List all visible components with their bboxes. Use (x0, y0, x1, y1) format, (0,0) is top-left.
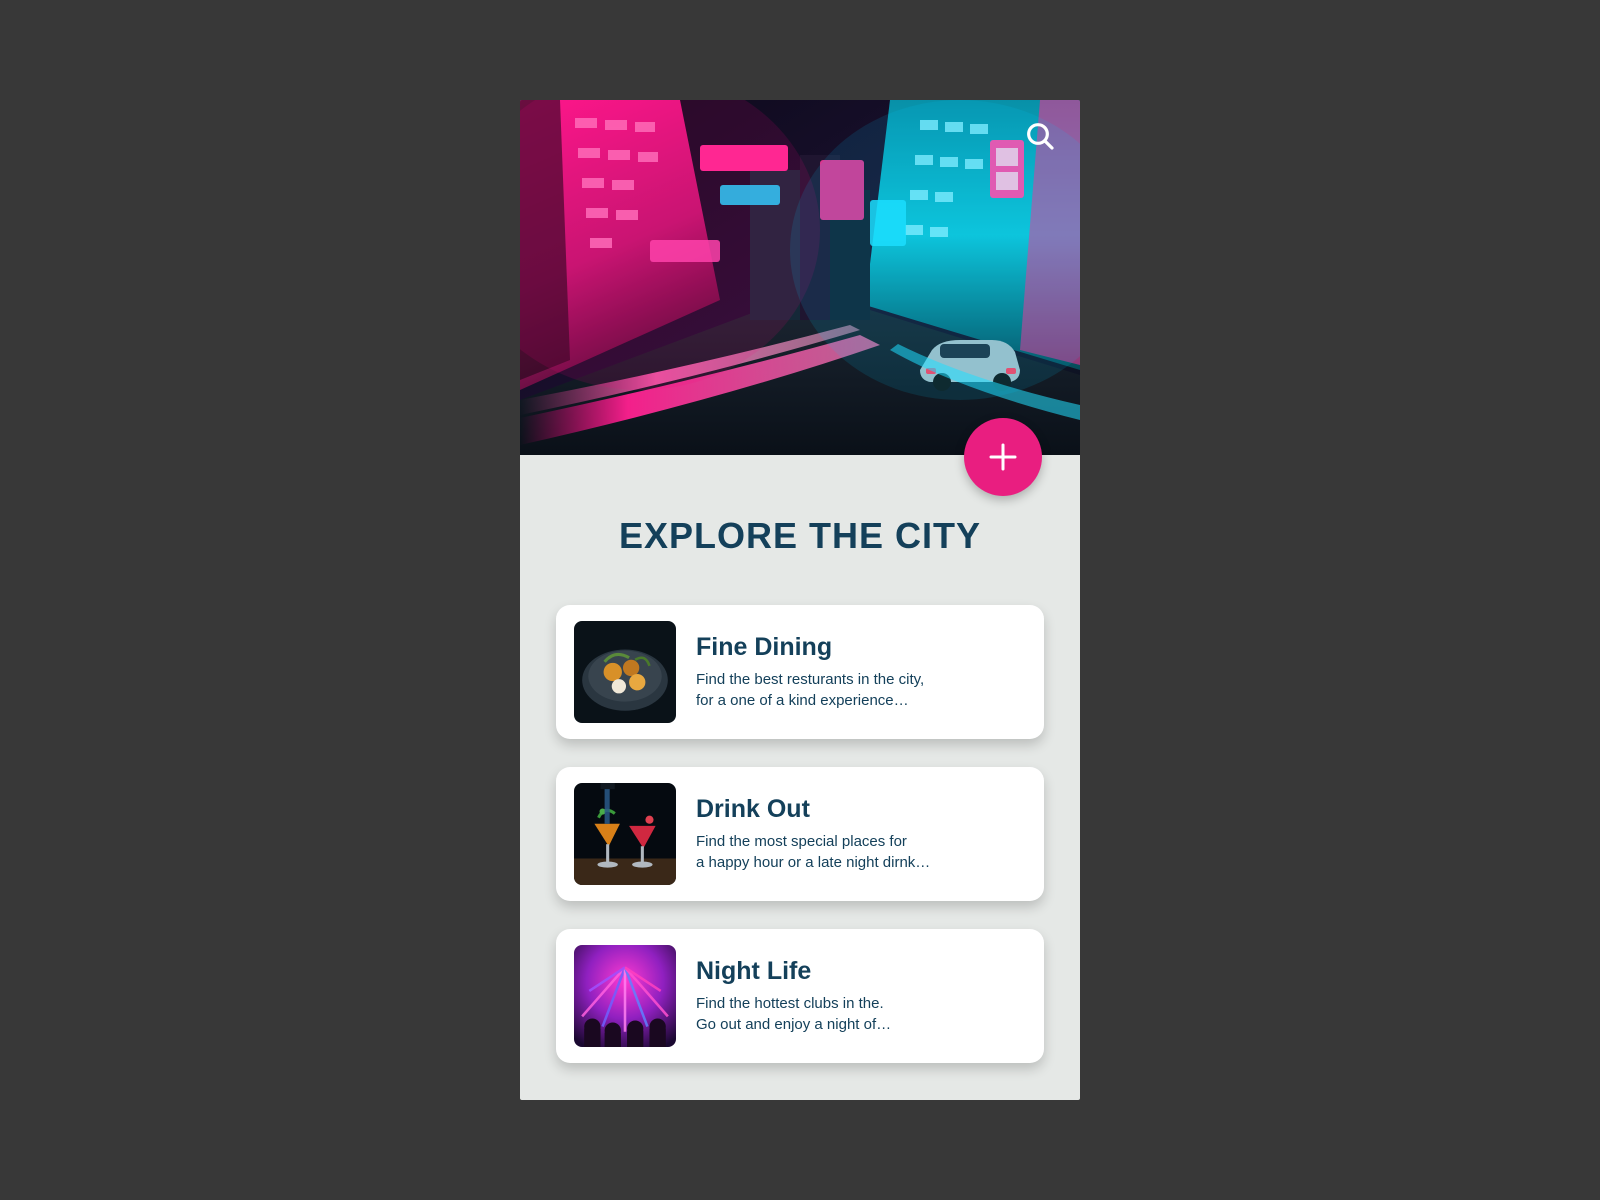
page-title: EXPLORE THE CITY (556, 515, 1044, 557)
search-button[interactable] (1022, 118, 1058, 154)
card-body: Fine Dining Find the best resturants in … (696, 633, 1026, 711)
drink-out-image (574, 783, 676, 885)
content-area: EXPLORE THE CITY Fine Dining Find the be (520, 455, 1080, 1100)
card-title: Night Life (696, 957, 1026, 986)
add-button[interactable] (964, 418, 1042, 496)
card-title: Drink Out (696, 795, 1026, 824)
card-fine-dining[interactable]: Fine Dining Find the best resturants in … (556, 605, 1044, 739)
card-title: Fine Dining (696, 633, 1026, 662)
neon-city-illustration (520, 100, 1080, 455)
card-drink-out[interactable]: Drink Out Find the most special places f… (556, 767, 1044, 901)
card-description: Find the best resturants in the city, fo… (696, 670, 1026, 711)
card-thumbnail (574, 945, 676, 1047)
night-life-image (574, 945, 676, 1047)
plus-icon (985, 439, 1021, 475)
search-icon (1024, 120, 1056, 152)
card-body: Night Life Find the hottest clubs in the… (696, 957, 1026, 1035)
card-description: Find the hottest clubs in the. Go out an… (696, 994, 1026, 1035)
card-description: Find the most special places for a happy… (696, 832, 1026, 873)
card-body: Drink Out Find the most special places f… (696, 795, 1026, 873)
hero-image (520, 100, 1080, 455)
card-thumbnail (574, 621, 676, 723)
card-thumbnail (574, 783, 676, 885)
card-night-life[interactable]: Night Life Find the hottest clubs in the… (556, 929, 1044, 1063)
app-screen: EXPLORE THE CITY Fine Dining Find the be (520, 100, 1080, 1100)
fine-dining-image (574, 621, 676, 723)
